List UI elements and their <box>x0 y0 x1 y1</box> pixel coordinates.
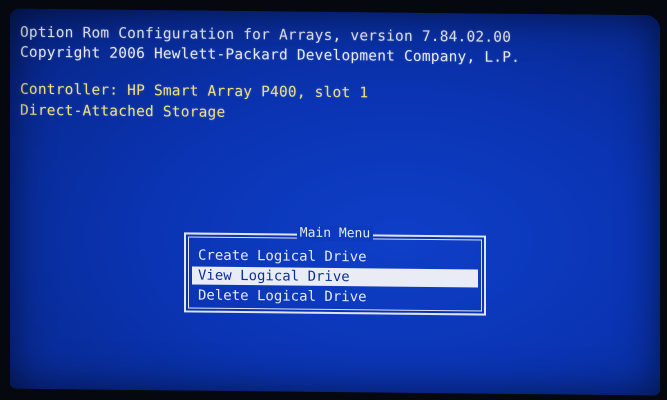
version-line: Option Rom Configuration for Arrays, ver… <box>20 24 512 46</box>
copyright-line: Copyright 2006 Hewlett-Packard Developme… <box>20 44 521 66</box>
menu-title: Main Menu <box>186 224 484 242</box>
menu-item-create-logical-drive[interactable]: Create Logical Drive <box>192 247 478 268</box>
storage-line: Direct-Attached Storage <box>20 102 226 121</box>
controller-line: Controller: HP Smart Array P400, slot 1 <box>20 81 369 102</box>
main-menu: Main Menu Create Logical Drive View Logi… <box>184 225 486 316</box>
menu-item-delete-logical-drive[interactable]: Delete Logical Drive <box>192 287 478 308</box>
menu-title-text: Main Menu <box>296 225 374 242</box>
screen-vignette <box>10 9 660 396</box>
menu-item-view-logical-drive[interactable]: View Logical Drive <box>192 266 478 288</box>
bios-screen: Option Rom Configuration for Arrays, ver… <box>10 8 660 396</box>
